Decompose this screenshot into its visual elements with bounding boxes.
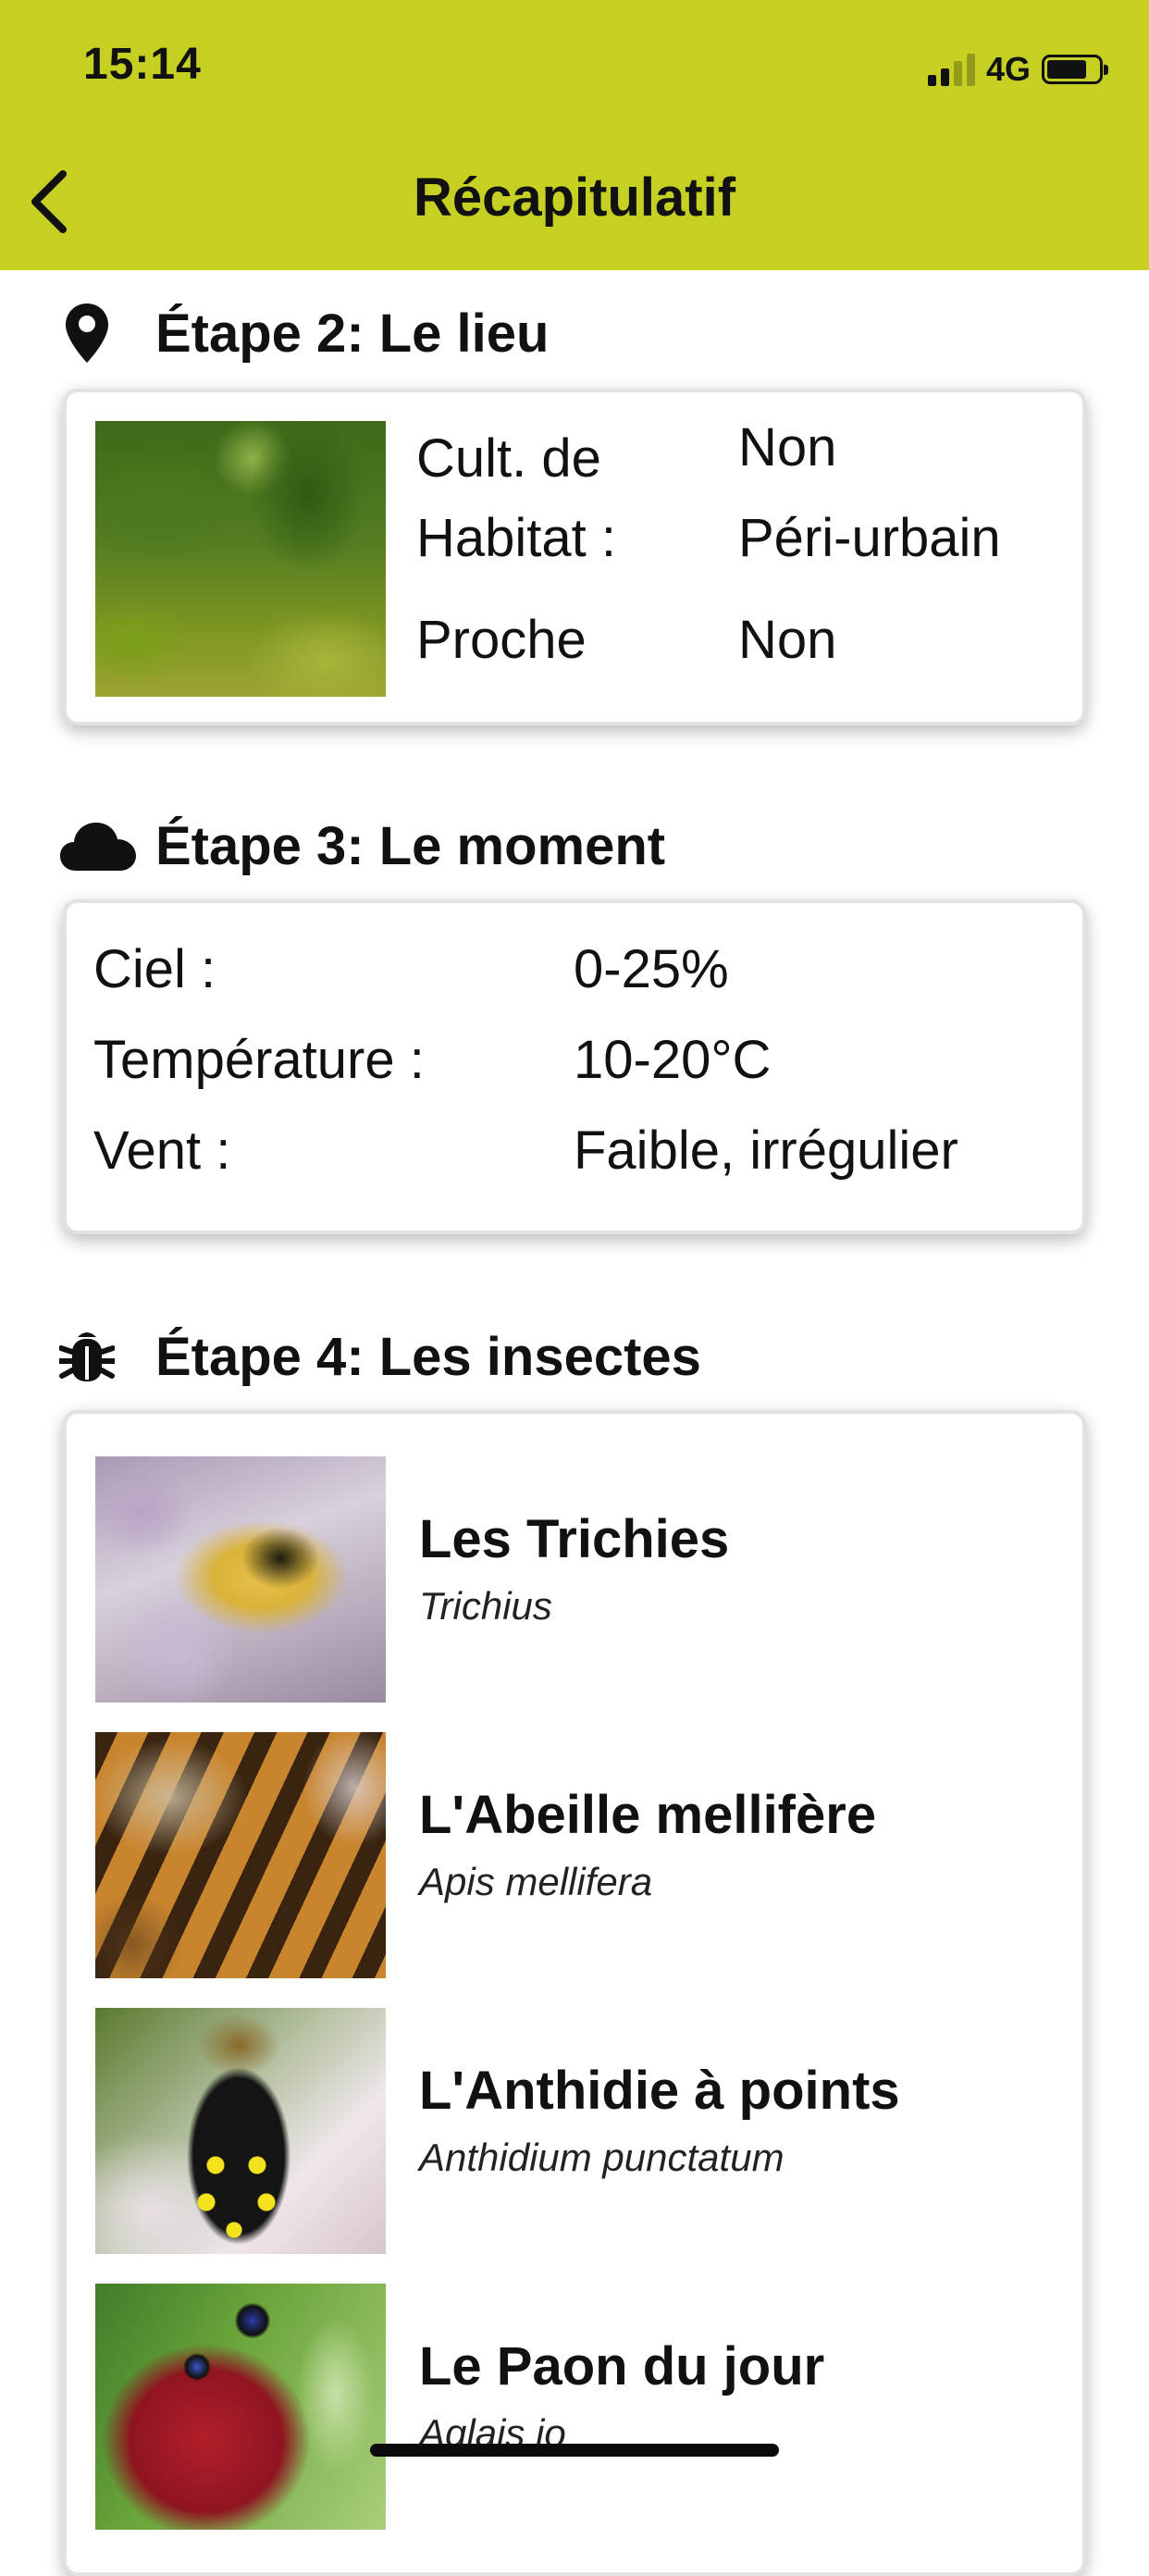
moment-label-2: Température : bbox=[93, 1030, 425, 1090]
cloud-icon bbox=[59, 809, 137, 883]
app-header: 15:14 4G Récapitulatif bbox=[0, 0, 1149, 270]
moment-label-3: Vent : bbox=[93, 1121, 231, 1181]
moment-value-3: Faible, irrégulier bbox=[574, 1121, 958, 1181]
page-title: Récapitulatif bbox=[413, 167, 736, 228]
status-time: 15:14 bbox=[83, 40, 202, 89]
section-header-lieu: Étape 2: Le lieu bbox=[59, 296, 549, 370]
insect-item-trichies[interactable]: Les Trichies Trichius bbox=[95, 1456, 1020, 1703]
bug-icon bbox=[59, 1319, 115, 1393]
moment-value-2: 10-20°C bbox=[574, 1030, 772, 1090]
lieu-value-2: Péri-urbain bbox=[738, 508, 1001, 568]
lieu-label-1: Cult. de bbox=[416, 428, 601, 489]
habitat-photo bbox=[95, 421, 386, 697]
insect-photo bbox=[95, 2284, 386, 2530]
network-type: 4G bbox=[985, 50, 1031, 88]
insect-name: L'Anthidie à points bbox=[419, 2061, 900, 2121]
insect-item-paon[interactable]: Le Paon du jour Aglais io bbox=[95, 2284, 1020, 2530]
location-pin-icon bbox=[59, 296, 115, 370]
lieu-label-2: Habitat : bbox=[416, 508, 616, 568]
lieu-card: Cult. de Non Habitat : Péri-urbain Proch… bbox=[63, 389, 1086, 725]
moment-value-1: 0-25% bbox=[574, 939, 729, 999]
insectes-card: Les Trichies Trichius L'Abeille mellifèr… bbox=[63, 1410, 1086, 2576]
moment-label-1: Ciel : bbox=[93, 939, 216, 999]
lieu-value-3: Non bbox=[738, 610, 837, 670]
section-title-lieu: Étape 2: Le lieu bbox=[155, 303, 550, 364]
insect-name: Les Trichies bbox=[419, 1509, 730, 1569]
moment-card: Ciel : 0-25% Température : 10-20°C Vent … bbox=[63, 899, 1086, 1234]
insect-photo bbox=[95, 1732, 386, 1978]
insect-photo bbox=[95, 1456, 386, 1703]
insect-item-anthidie[interactable]: L'Anthidie à points Anthidium punctatum bbox=[95, 2008, 1020, 2254]
lieu-label-3: Proche bbox=[416, 610, 587, 670]
section-title-moment: Étape 3: Le moment bbox=[155, 815, 666, 876]
lieu-value-1: Non bbox=[738, 417, 837, 477]
insect-latin-name: Trichius bbox=[419, 1584, 552, 1628]
insect-item-abeille[interactable]: L'Abeille mellifère Apis mellifera bbox=[95, 1732, 1020, 1978]
insect-latin-name: Apis mellifera bbox=[419, 1860, 653, 1903]
insect-photo bbox=[95, 2008, 386, 2254]
home-indicator[interactable] bbox=[370, 2444, 779, 2457]
insect-latin-name: Anthidium punctatum bbox=[419, 2136, 785, 2179]
signal-strength-icon bbox=[927, 53, 975, 86]
section-title-insectes: Étape 4: Les insectes bbox=[155, 1326, 701, 1387]
status-indicators: 4G bbox=[927, 50, 1108, 89]
section-header-insectes: Étape 4: Les insectes bbox=[59, 1319, 701, 1393]
insect-name: L'Abeille mellifère bbox=[419, 1785, 877, 1845]
insect-name: Le Paon du jour bbox=[419, 2336, 825, 2396]
section-header-moment: Étape 3: Le moment bbox=[59, 809, 665, 883]
battery-icon bbox=[1042, 55, 1108, 84]
